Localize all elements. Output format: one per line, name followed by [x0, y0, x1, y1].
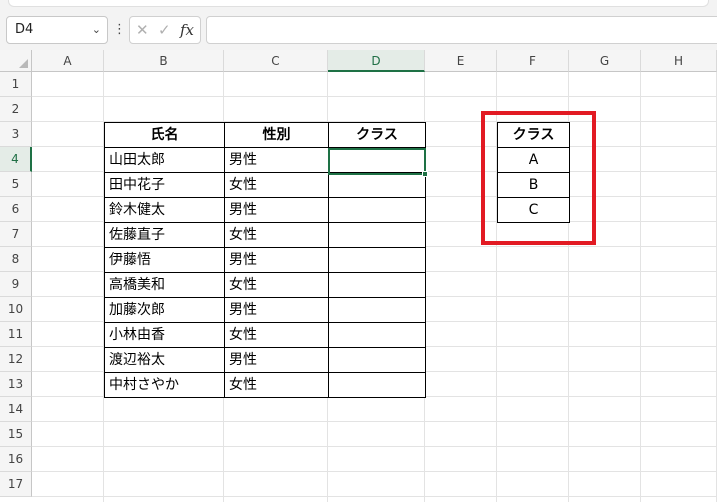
row-header-7[interactable]: 7: [0, 222, 32, 247]
row-header-1[interactable]: 1: [0, 72, 32, 97]
name-cell[interactable]: 佐藤直子: [104, 222, 225, 248]
row-header-12[interactable]: 12: [0, 347, 32, 372]
column-header-h[interactable]: H: [641, 50, 717, 72]
formula-input[interactable]: [206, 16, 717, 44]
fill-handle[interactable]: [422, 171, 428, 177]
row-header-2[interactable]: 2: [0, 97, 32, 122]
column-header-e[interactable]: E: [425, 50, 497, 72]
row-header-9[interactable]: 9: [0, 272, 32, 297]
class-cell[interactable]: [328, 197, 426, 223]
more-options-icon[interactable]: ⋮: [113, 18, 126, 42]
name-cell[interactable]: 伊藤悟: [104, 247, 225, 273]
gender-cell[interactable]: 男性: [224, 197, 329, 223]
cancel-icon[interactable]: ✕: [136, 17, 149, 43]
row-header-3[interactable]: 3: [0, 122, 32, 147]
chevron-down-icon[interactable]: ⌄: [92, 17, 101, 43]
row-header-4[interactable]: 4: [0, 147, 32, 172]
gender-cell[interactable]: 男性: [224, 147, 329, 173]
row-header-8[interactable]: 8: [0, 247, 32, 272]
class-cell[interactable]: [328, 247, 426, 273]
column-header-g[interactable]: G: [569, 50, 641, 72]
name-cell[interactable]: 加藤次郎: [104, 297, 225, 323]
name-cell[interactable]: 高橋美和: [104, 272, 225, 298]
gridline-horizontal: [32, 96, 717, 97]
row-header-11[interactable]: 11: [0, 322, 32, 347]
name-cell[interactable]: 山田太郎: [104, 147, 225, 173]
name-box-value: D4: [15, 22, 34, 37]
name-cell[interactable]: 中村さやか: [104, 372, 225, 398]
insert-function-icon[interactable]: fx: [180, 17, 194, 43]
row-header-6[interactable]: 6: [0, 197, 32, 222]
class-cell[interactable]: [328, 297, 426, 323]
table-header-name[interactable]: 氏名: [104, 122, 225, 148]
gender-cell[interactable]: 男性: [224, 297, 329, 323]
row-header-16[interactable]: 16: [0, 447, 32, 472]
class-cell[interactable]: [328, 172, 426, 198]
column-header-f[interactable]: F: [497, 50, 569, 72]
class-cell[interactable]: [328, 222, 426, 248]
gender-cell[interactable]: 女性: [224, 222, 329, 248]
gridline-horizontal: [32, 471, 717, 472]
column-header-b[interactable]: B: [104, 50, 224, 72]
column-header-d[interactable]: D: [328, 50, 425, 72]
select-all-corner[interactable]: [0, 50, 32, 72]
row-header-10[interactable]: 10: [0, 297, 32, 322]
spreadsheet-grid[interactable]: ABCDEFGH 1 2 3 4 5 6 7 8 9 10 11 12 13 14 15 16 17 氏名 性別ク…: [0, 50, 717, 502]
row-header-17[interactable]: 17: [0, 472, 32, 497]
name-cell[interactable]: 渡辺裕太: [104, 347, 225, 373]
gridline-horizontal: [32, 446, 717, 447]
class-cell[interactable]: [328, 272, 426, 298]
column-header-a[interactable]: A: [32, 50, 104, 72]
class-cell[interactable]: [328, 347, 426, 373]
gridline-horizontal: [32, 421, 717, 422]
gender-cell[interactable]: 女性: [224, 272, 329, 298]
gender-cell[interactable]: 女性: [224, 322, 329, 348]
row-header-15[interactable]: 15: [0, 422, 32, 447]
gender-cell[interactable]: 女性: [224, 372, 329, 398]
name-cell[interactable]: 鈴木健太: [104, 197, 225, 223]
row-header-13[interactable]: 13: [0, 372, 32, 397]
gridline-vertical: [640, 72, 641, 502]
gender-cell[interactable]: 男性: [224, 247, 329, 273]
gender-cell[interactable]: 男性: [224, 347, 329, 373]
window-top-strip: [0, 0, 717, 12]
enter-icon[interactable]: ✓: [158, 17, 171, 43]
column-header-c[interactable]: C: [224, 50, 328, 72]
gridline-horizontal: [32, 496, 717, 497]
row-header-5[interactable]: 5: [0, 172, 32, 197]
formula-buttons: ✕ ✓ fx: [129, 16, 201, 44]
gender-cell[interactable]: 女性: [224, 172, 329, 198]
table-header-gender[interactable]: 性別: [224, 122, 329, 148]
row-header-14[interactable]: 14: [0, 397, 32, 422]
class-cell[interactable]: [328, 372, 426, 398]
class-cell[interactable]: [328, 322, 426, 348]
name-box[interactable]: D4 ⌄: [6, 16, 108, 44]
name-cell[interactable]: 小林由香: [104, 322, 225, 348]
active-cell-border[interactable]: [328, 148, 426, 175]
highlight-box: [481, 111, 596, 245]
name-cell[interactable]: 田中花子: [104, 172, 225, 198]
table-header-class[interactable]: クラス: [328, 122, 426, 148]
